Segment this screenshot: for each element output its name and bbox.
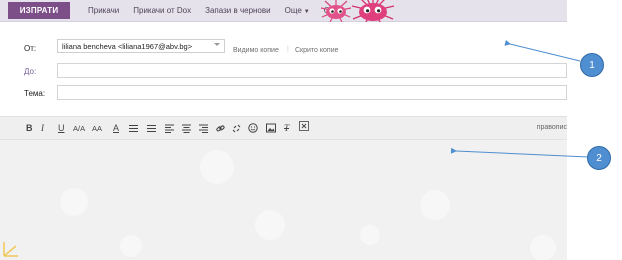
chevron-down-icon: [214, 43, 220, 46]
decorative-flower-icon: [530, 235, 556, 260]
align-right-icon[interactable]: [199, 124, 208, 133]
link-icon[interactable]: [216, 124, 225, 133]
bold-button[interactable]: B: [26, 122, 33, 134]
attach-link[interactable]: Прикачи: [88, 6, 119, 15]
cc-link[interactable]: Видимо копие: [233, 47, 279, 54]
font-size-button[interactable]: A/A: [73, 123, 85, 135]
text-case-button[interactable]: AA: [92, 123, 102, 135]
from-label: От:: [24, 44, 37, 53]
numbered-list-icon[interactable]: [129, 124, 138, 133]
to-field[interactable]: [57, 63, 567, 78]
to-label: До:: [24, 67, 37, 76]
chevron-down-icon: ▼: [303, 9, 310, 15]
decorative-flower-icon: [255, 210, 285, 240]
close-box-icon[interactable]: [299, 121, 309, 131]
pink-critter-small-icon: [319, 0, 353, 24]
from-value: liliana bencheva <liliana1967@abv.bg>: [62, 41, 193, 51]
compose-page: ИЗПРАТИ Прикачи Прикачи от Dox Запази в …: [0, 0, 622, 260]
decorative-flower-icon: [360, 225, 380, 245]
subject-label: Тема:: [24, 89, 46, 98]
underline-button[interactable]: U: [58, 122, 65, 134]
image-icon[interactable]: [266, 123, 276, 133]
compose-toolbar: ИЗПРАТИ Прикачи Прикачи от Dox Запази в …: [0, 0, 567, 22]
message-body-editor[interactable]: [0, 140, 567, 260]
link-separator: |: [287, 46, 289, 53]
more-label: Още: [284, 6, 302, 15]
italic-button[interactable]: I: [41, 122, 44, 134]
emoji-icon[interactable]: [248, 123, 258, 133]
from-select[interactable]: liliana bencheva <liliana1967@abv.bg>: [57, 39, 225, 53]
bcc-link[interactable]: Скрито копие: [295, 47, 339, 54]
align-center-icon[interactable]: [182, 124, 191, 133]
decorative-flower-icon: [420, 190, 450, 220]
send-button[interactable]: ИЗПРАТИ: [8, 2, 70, 19]
editor-toolbar: B I U A/A AA A T правопис: [0, 116, 567, 140]
spellcheck-label[interactable]: правопис: [537, 124, 567, 131]
remove-format-button[interactable]: T: [284, 122, 289, 134]
attach-from-dox-link[interactable]: Прикачи от Dox: [133, 6, 191, 15]
decorative-flower-icon: [120, 235, 142, 257]
callout-badge-2: 2: [587, 146, 611, 170]
align-left-icon[interactable]: [165, 124, 174, 133]
more-menu[interactable]: Още ▼: [285, 6, 310, 15]
bullet-list-icon[interactable]: [147, 124, 156, 133]
compose-header: От: liliana bencheva <liliana1967@abv.bg…: [0, 22, 567, 112]
subject-field[interactable]: [57, 85, 567, 100]
save-draft-link[interactable]: Запази в чернови: [205, 6, 270, 15]
unlink-icon[interactable]: [232, 124, 241, 133]
text-color-button[interactable]: A: [113, 122, 119, 134]
decorative-sun-icon: [3, 242, 18, 257]
callout-badge-1: 1: [580, 53, 604, 77]
decorative-flower-icon: [60, 188, 88, 216]
decorative-flower-icon: [200, 150, 234, 184]
